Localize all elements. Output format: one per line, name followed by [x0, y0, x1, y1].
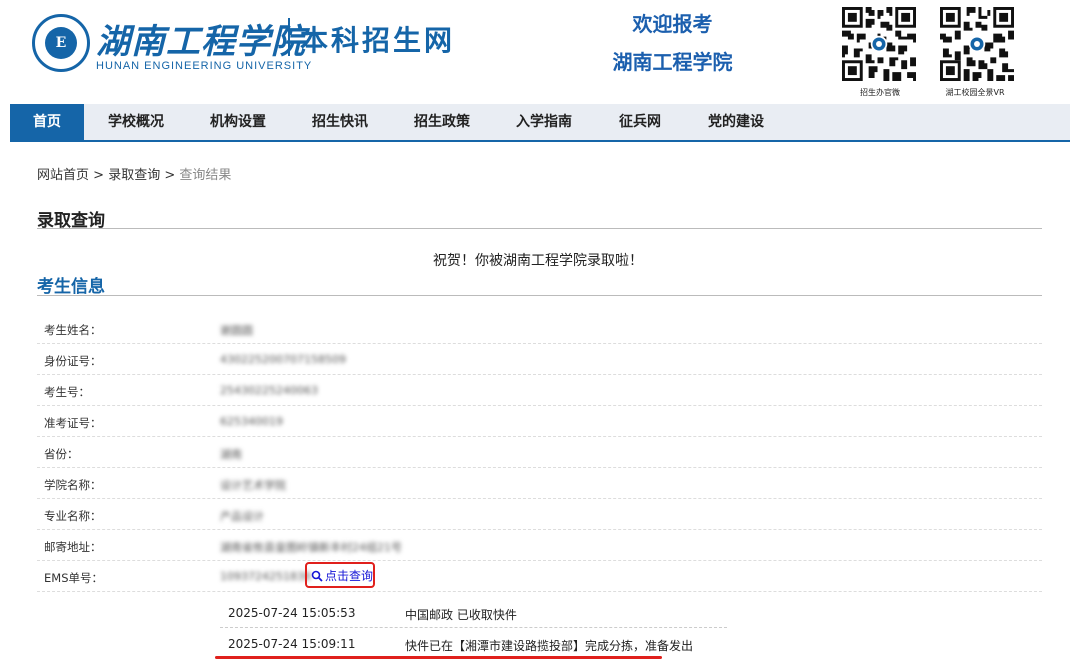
ems-query-link[interactable]: 点击查询: [311, 567, 373, 584]
value-ems-number: 1093724251838: [220, 570, 311, 583]
breadcrumb: 网站首页 > 录取查询 > 查询结果: [37, 164, 231, 183]
welcome-line-1: 欢迎报考: [632, 12, 713, 36]
label-mailing-address: 邮寄地址：: [44, 540, 102, 554]
label-major: 专业名称：: [44, 509, 102, 523]
breadcrumb-home-link[interactable]: 网站首页: [37, 168, 89, 183]
row-divider: [37, 498, 1042, 499]
row-divider: [37, 467, 1042, 468]
qr-code-admissions-wechat-icon: [842, 7, 916, 81]
tracking-divider: [220, 627, 727, 628]
breadcrumb-current: 查询结果: [179, 168, 232, 183]
value-name: 谢圆圆: [220, 324, 253, 337]
nav-item-enrollment-guide[interactable]: 入学指南: [502, 104, 586, 140]
nav-item-party-building[interactable]: 党的建设: [694, 104, 778, 140]
label-college: 学院名称：: [44, 478, 102, 492]
nav-item-admission-policy[interactable]: 招生政策: [400, 104, 484, 140]
value-mailing-address: 湖南省攸县皇图岭镇新丰村24组21号: [220, 541, 402, 554]
row-divider: [37, 405, 1042, 406]
row-divider: [37, 343, 1042, 344]
logo-subtitle: 本科招生网: [300, 24, 456, 57]
logo-chinese-name[interactable]: 湖南工程学院: [96, 14, 306, 63]
university-emblem-icon[interactable]: E: [32, 14, 90, 72]
breadcrumb-separator: >: [164, 168, 176, 183]
tracking-time: 2025-07-24 15:09:11: [228, 637, 356, 651]
nav-item-departments[interactable]: 机构设置: [196, 104, 280, 140]
nav-item-about[interactable]: 学校概况: [94, 104, 178, 140]
logo-english-name: HUNAN ENGINEERING UNIVERSITY: [96, 60, 313, 72]
value-candidate-number: 25430225240063: [220, 384, 318, 397]
qr-code-campus-vr-icon: [940, 7, 1014, 81]
welcome-line-2: 湖南工程学院: [612, 50, 733, 74]
breadcrumb-separator: >: [93, 168, 105, 183]
label-province: 省份：: [44, 447, 79, 461]
tracking-description: 中国邮政 已收取快件: [405, 608, 517, 622]
congrats-message: 祝贺！你被湖南工程学院录取啦！: [433, 253, 643, 269]
qr-caption-admissions: 招生办官微: [860, 88, 900, 97]
nav-item-military-recruit[interactable]: 征兵网: [604, 104, 676, 140]
qr-caption-campus-vr: 湖工校园全景VR: [945, 88, 1005, 97]
tracking-description: 快件已在【湘潭市建设路揽投部】完成分拣，准备发出: [405, 639, 694, 653]
tracking-time: 2025-07-24 15:05:53: [228, 606, 356, 620]
value-id-number: 430225200707158509: [220, 353, 346, 366]
label-admission-ticket: 准考证号：: [44, 416, 102, 430]
value-major: 产品设计: [220, 510, 264, 523]
value-province: 湖南: [220, 448, 242, 461]
nav-item-home[interactable]: 首页: [10, 104, 84, 140]
label-name: 考生姓名：: [44, 323, 102, 337]
label-id-number: 身份证号：: [44, 354, 102, 368]
nav-item-admission-news[interactable]: 招生快讯: [298, 104, 382, 140]
row-divider: [37, 591, 1042, 592]
row-divider: [37, 374, 1042, 375]
highlight-underline: [215, 656, 662, 659]
ems-query-label: 点击查询: [325, 569, 374, 583]
site-header: E 湖南工程学院 HUNAN ENGINEERING UNIVERSITY 本科…: [0, 0, 1080, 102]
label-candidate-number: 考生号：: [44, 385, 90, 399]
main-nav: 首页 学校概况 机构设置 招生快讯 招生政策 入学指南 征兵网 党的建设: [10, 104, 1070, 142]
info-section-title: 考生信息: [37, 277, 105, 297]
label-ems-number: EMS单号：: [44, 571, 103, 585]
value-admission-ticket: 625340019: [220, 415, 283, 428]
logo-divider: [288, 18, 290, 56]
row-divider: [37, 560, 1042, 561]
value-college: 设计艺术学院: [220, 479, 286, 492]
info-divider: [37, 295, 1042, 296]
title-divider: [37, 228, 1042, 229]
breadcrumb-section-link[interactable]: 录取查询: [108, 168, 160, 183]
search-icon: [311, 570, 323, 582]
row-divider: [37, 529, 1042, 530]
row-divider: [37, 436, 1042, 437]
